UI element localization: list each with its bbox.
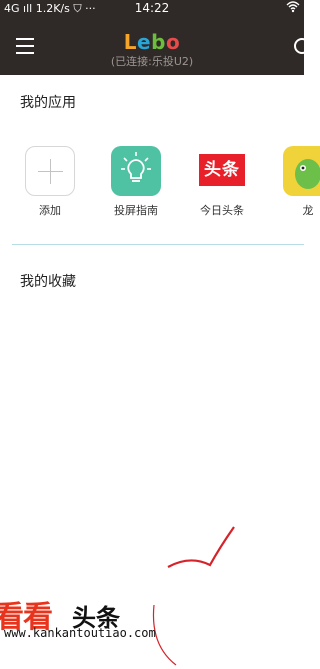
app-logo: Lebo — [123, 30, 181, 54]
app-item-toutiao[interactable]: 头条 今日头条 — [190, 146, 254, 218]
app-label: 添加 — [39, 204, 61, 217]
app-item-cast-guide[interactable]: 投屏指南 — [104, 146, 168, 218]
search-icon[interactable] — [294, 38, 310, 54]
status-bar: 4G ıll 1.2K/s ⛉ ··· 14:22 — [0, 0, 304, 18]
my-apps-title: 我的应用 — [20, 95, 76, 111]
watermark: 看看 头条 www.kankantoutiao.com — [0, 592, 304, 669]
app-item-add[interactable]: 添加 — [18, 146, 82, 218]
app-label: 今日头条 — [200, 204, 244, 217]
lightbulb-icon — [111, 146, 161, 196]
favorites-title: 我的收藏 — [20, 274, 76, 290]
app-item-dragon-game[interactable]: 龙 — [276, 146, 320, 218]
toutiao-icon: 头条 — [197, 146, 247, 196]
wifi-icon — [286, 1, 300, 16]
toutiao-badge: 头条 — [199, 154, 245, 186]
app-label: 投屏指南 — [114, 204, 158, 217]
clock: 14:22 — [134, 1, 170, 15]
dragon-game-icon — [283, 146, 320, 196]
connection-status: (已连接:乐投U2) — [110, 55, 194, 68]
app-list: 添加 投屏指南 头条 今日头条 龙 — [0, 146, 320, 226]
watermark-url: www.kankantoutiao.com — [4, 626, 156, 640]
add-icon — [25, 146, 75, 196]
app-label: 龙 — [302, 204, 314, 217]
section-divider — [12, 244, 304, 245]
app-header: Lebo (已连接:乐投U2) — [0, 18, 310, 75]
